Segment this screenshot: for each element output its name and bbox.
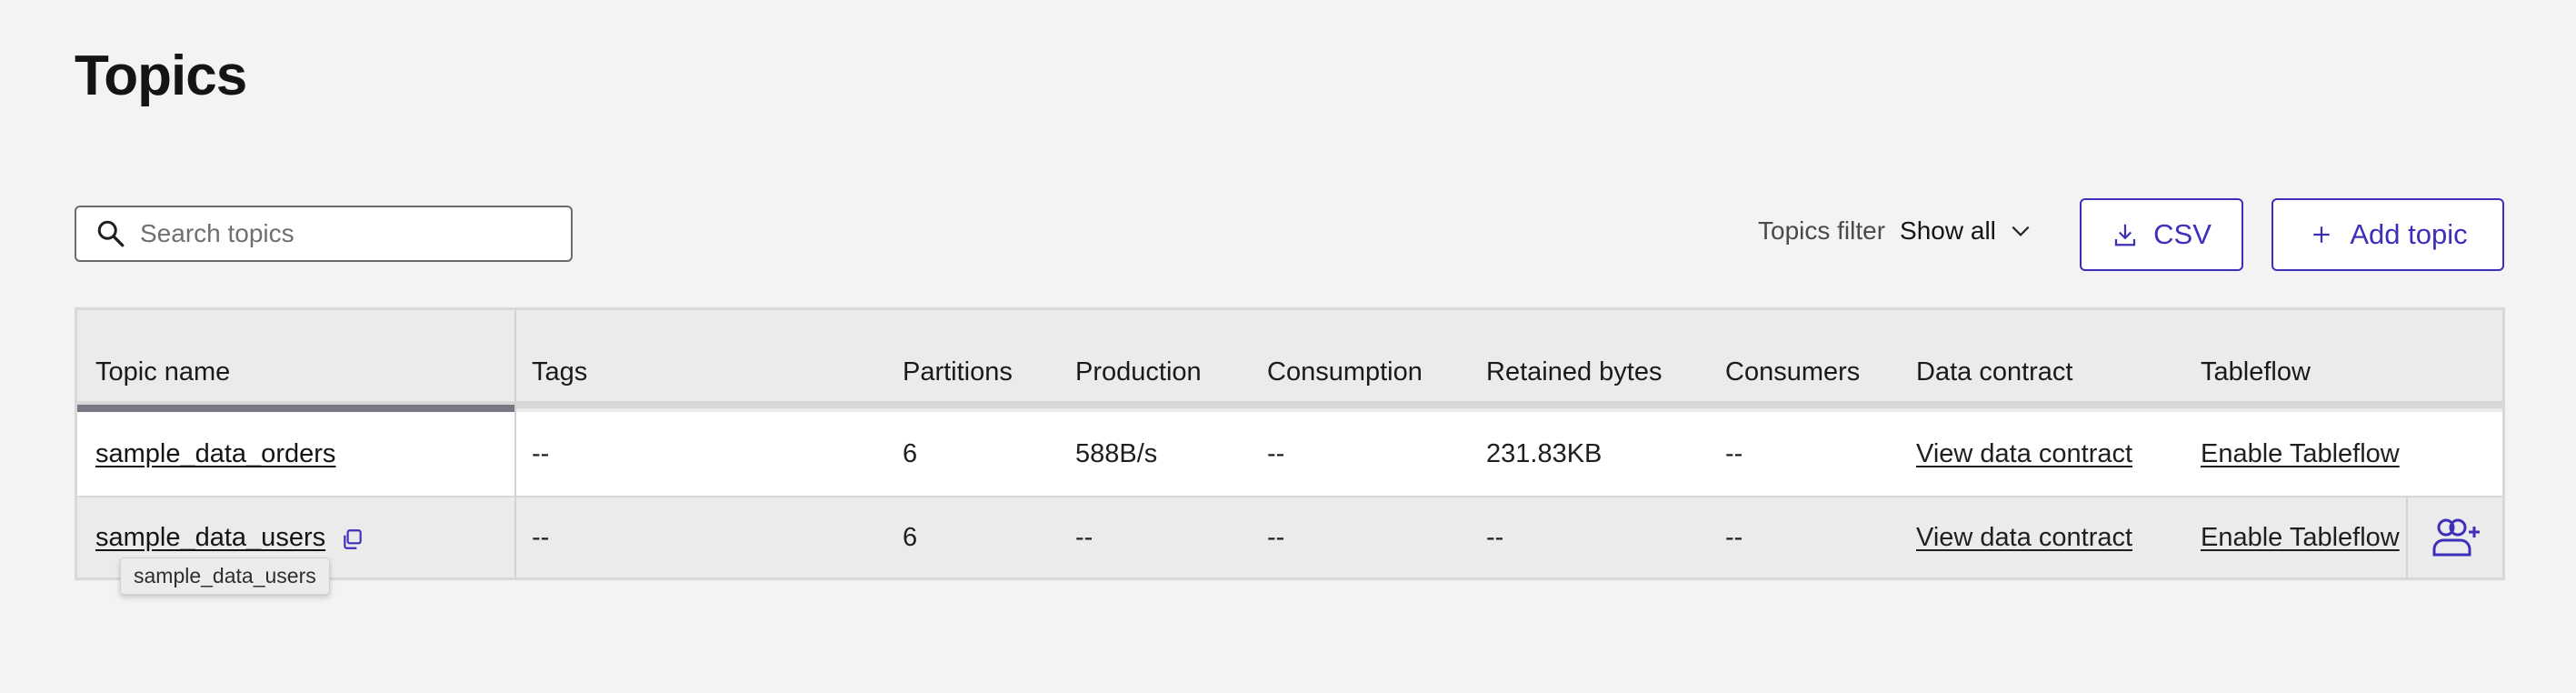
column-header-consumption[interactable]: Consumption bbox=[1267, 357, 1423, 387]
production-cell: 588B/s bbox=[1075, 439, 1158, 468]
table-row[interactable]: sample_data_users -- 6 -- -- -- -- View … bbox=[77, 497, 2502, 578]
partitions-cell: 6 bbox=[903, 439, 918, 468]
table-row[interactable]: sample_data_orders -- 6 588B/s -- 231.83… bbox=[77, 412, 2502, 497]
view-data-contract-link[interactable]: View data contract bbox=[1916, 523, 2132, 553]
download-icon bbox=[2115, 224, 2136, 246]
view-data-contract-link[interactable]: View data contract bbox=[1916, 439, 2132, 469]
tags-cell: -- bbox=[532, 523, 550, 552]
sorted-column-indicator bbox=[77, 405, 514, 412]
column-header-data-contract: Data contract bbox=[1916, 357, 2073, 387]
column-header-topic-name[interactable]: Topic name bbox=[95, 357, 230, 387]
enable-tableflow-link[interactable]: Enable Tableflow bbox=[2201, 523, 2400, 553]
column-header-production[interactable]: Production bbox=[1075, 357, 1202, 387]
csv-button-label: CSV bbox=[2153, 218, 2212, 250]
production-cell: -- bbox=[1075, 523, 1093, 552]
topics-filter-value: Show all bbox=[1900, 216, 1996, 245]
consumption-cell: -- bbox=[1267, 523, 1285, 552]
retained-bytes-cell: -- bbox=[1486, 523, 1504, 552]
consumption-cell: -- bbox=[1267, 439, 1285, 468]
consumers-cell: -- bbox=[1725, 523, 1743, 552]
topic-name-tooltip: sample_data_users bbox=[120, 557, 330, 595]
topics-filter-label: Topics filter bbox=[1758, 216, 1886, 245]
row-action-cell[interactable] bbox=[2406, 497, 2502, 578]
column-header-partitions[interactable]: Partitions bbox=[903, 357, 1013, 387]
table-header: Topic name Tags Partitions Production Co… bbox=[77, 310, 2502, 408]
search-input[interactable] bbox=[138, 218, 560, 249]
page-title: Topics bbox=[75, 45, 247, 107]
search-box[interactable] bbox=[75, 206, 573, 262]
column-header-tableflow: Tableflow bbox=[2201, 357, 2311, 387]
column-divider bbox=[514, 310, 516, 578]
column-header-tags: Tags bbox=[532, 357, 588, 387]
column-header-retained-bytes[interactable]: Retained bytes bbox=[1486, 357, 1662, 387]
add-consumer-group-icon[interactable] bbox=[2430, 515, 2481, 560]
topic-name-link[interactable]: sample_data_users bbox=[95, 523, 325, 553]
add-topic-button-label: Add topic bbox=[2350, 218, 2468, 250]
csv-download-button[interactable]: CSV bbox=[2080, 198, 2243, 271]
topics-filter: Topics filter Show all bbox=[1758, 216, 2032, 246]
retained-bytes-cell: 231.83KB bbox=[1486, 439, 1603, 468]
topics-table: Topic name Tags Partitions Production Co… bbox=[75, 307, 2505, 580]
copy-icon[interactable] bbox=[341, 527, 364, 551]
partitions-cell: 6 bbox=[903, 523, 918, 552]
column-header-consumers[interactable]: Consumers bbox=[1725, 357, 1860, 387]
topic-name-link[interactable]: sample_data_orders bbox=[95, 439, 335, 469]
enable-tableflow-link[interactable]: Enable Tableflow bbox=[2201, 439, 2400, 469]
add-topic-button[interactable]: Add topic bbox=[2271, 198, 2504, 271]
consumers-cell: -- bbox=[1725, 439, 1743, 468]
topics-filter-dropdown[interactable]: Show all bbox=[1900, 216, 2032, 246]
search-icon bbox=[97, 220, 125, 247]
chevron-down-icon bbox=[2012, 226, 2030, 236]
tags-cell: -- bbox=[532, 439, 550, 468]
plus-icon bbox=[2313, 226, 2331, 243]
